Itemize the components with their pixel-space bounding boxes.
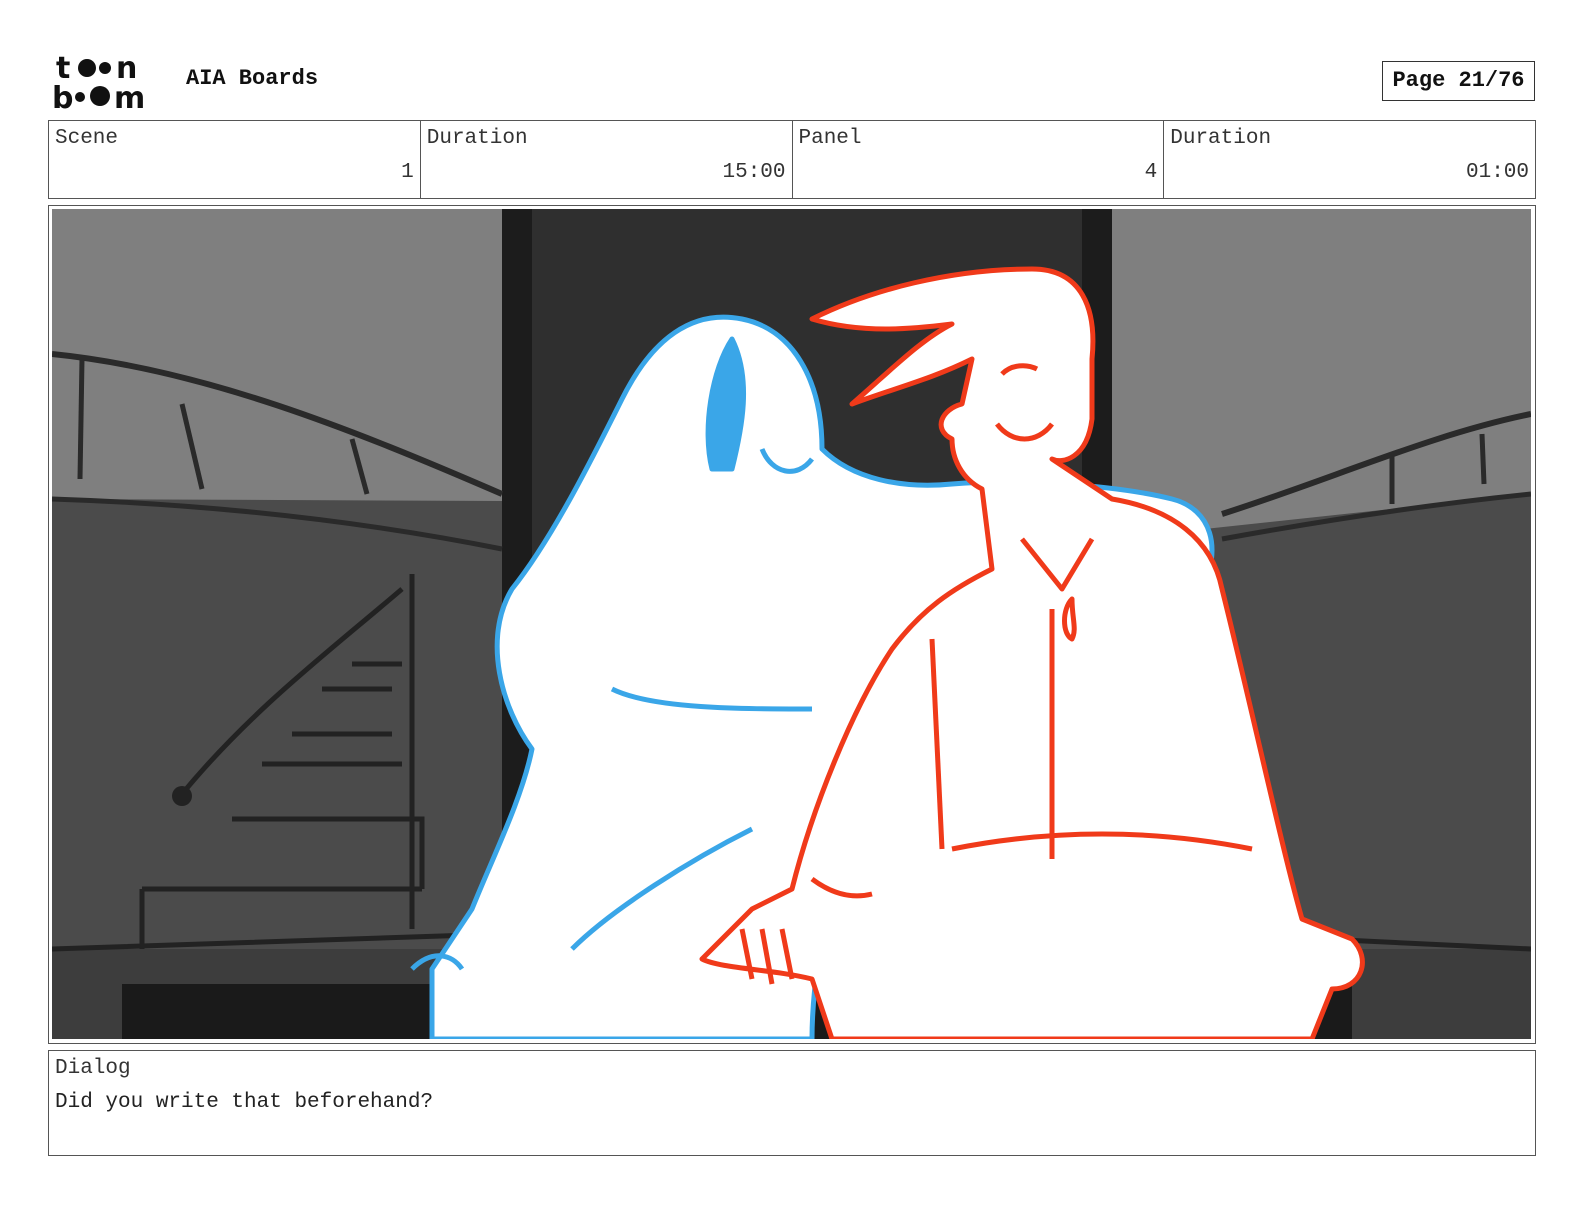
scene-duration-cell: Duration 15:00: [421, 121, 793, 198]
svg-text:b: b: [52, 81, 73, 112]
panel-artwork: [52, 209, 1531, 1039]
scene-cell: Scene 1: [49, 121, 421, 198]
panel-duration-value: 01:00: [1465, 161, 1529, 184]
panel-cell: Panel 4: [793, 121, 1165, 198]
dialog-text: Did you write that beforehand?: [55, 1091, 434, 1114]
dialog-label: Dialog: [55, 1057, 131, 1080]
dialog-box: Dialog Did you write that beforehand?: [48, 1050, 1536, 1156]
panel-label: Panel: [798, 127, 862, 150]
app-title: AIA Boards: [186, 66, 319, 91]
toon-boom-logo: t n b m: [52, 51, 145, 112]
scene-info-row: Scene 1 Duration 15:00 Panel 4 Duration …: [48, 120, 1536, 199]
panel-value: 4: [1144, 161, 1158, 184]
storyboard-panel: [48, 205, 1536, 1044]
svg-text:m: m: [114, 81, 145, 112]
panel-duration-cell: Duration 01:00: [1164, 121, 1535, 198]
scene-label: Scene: [55, 127, 119, 150]
scene-value: 1: [401, 161, 414, 184]
scene-duration-value: 15:00: [722, 161, 786, 184]
page-indicator: Page 21/76: [1382, 61, 1535, 101]
scene-duration-label: Duration: [426, 127, 528, 150]
panel-duration-label: Duration: [1170, 127, 1272, 150]
